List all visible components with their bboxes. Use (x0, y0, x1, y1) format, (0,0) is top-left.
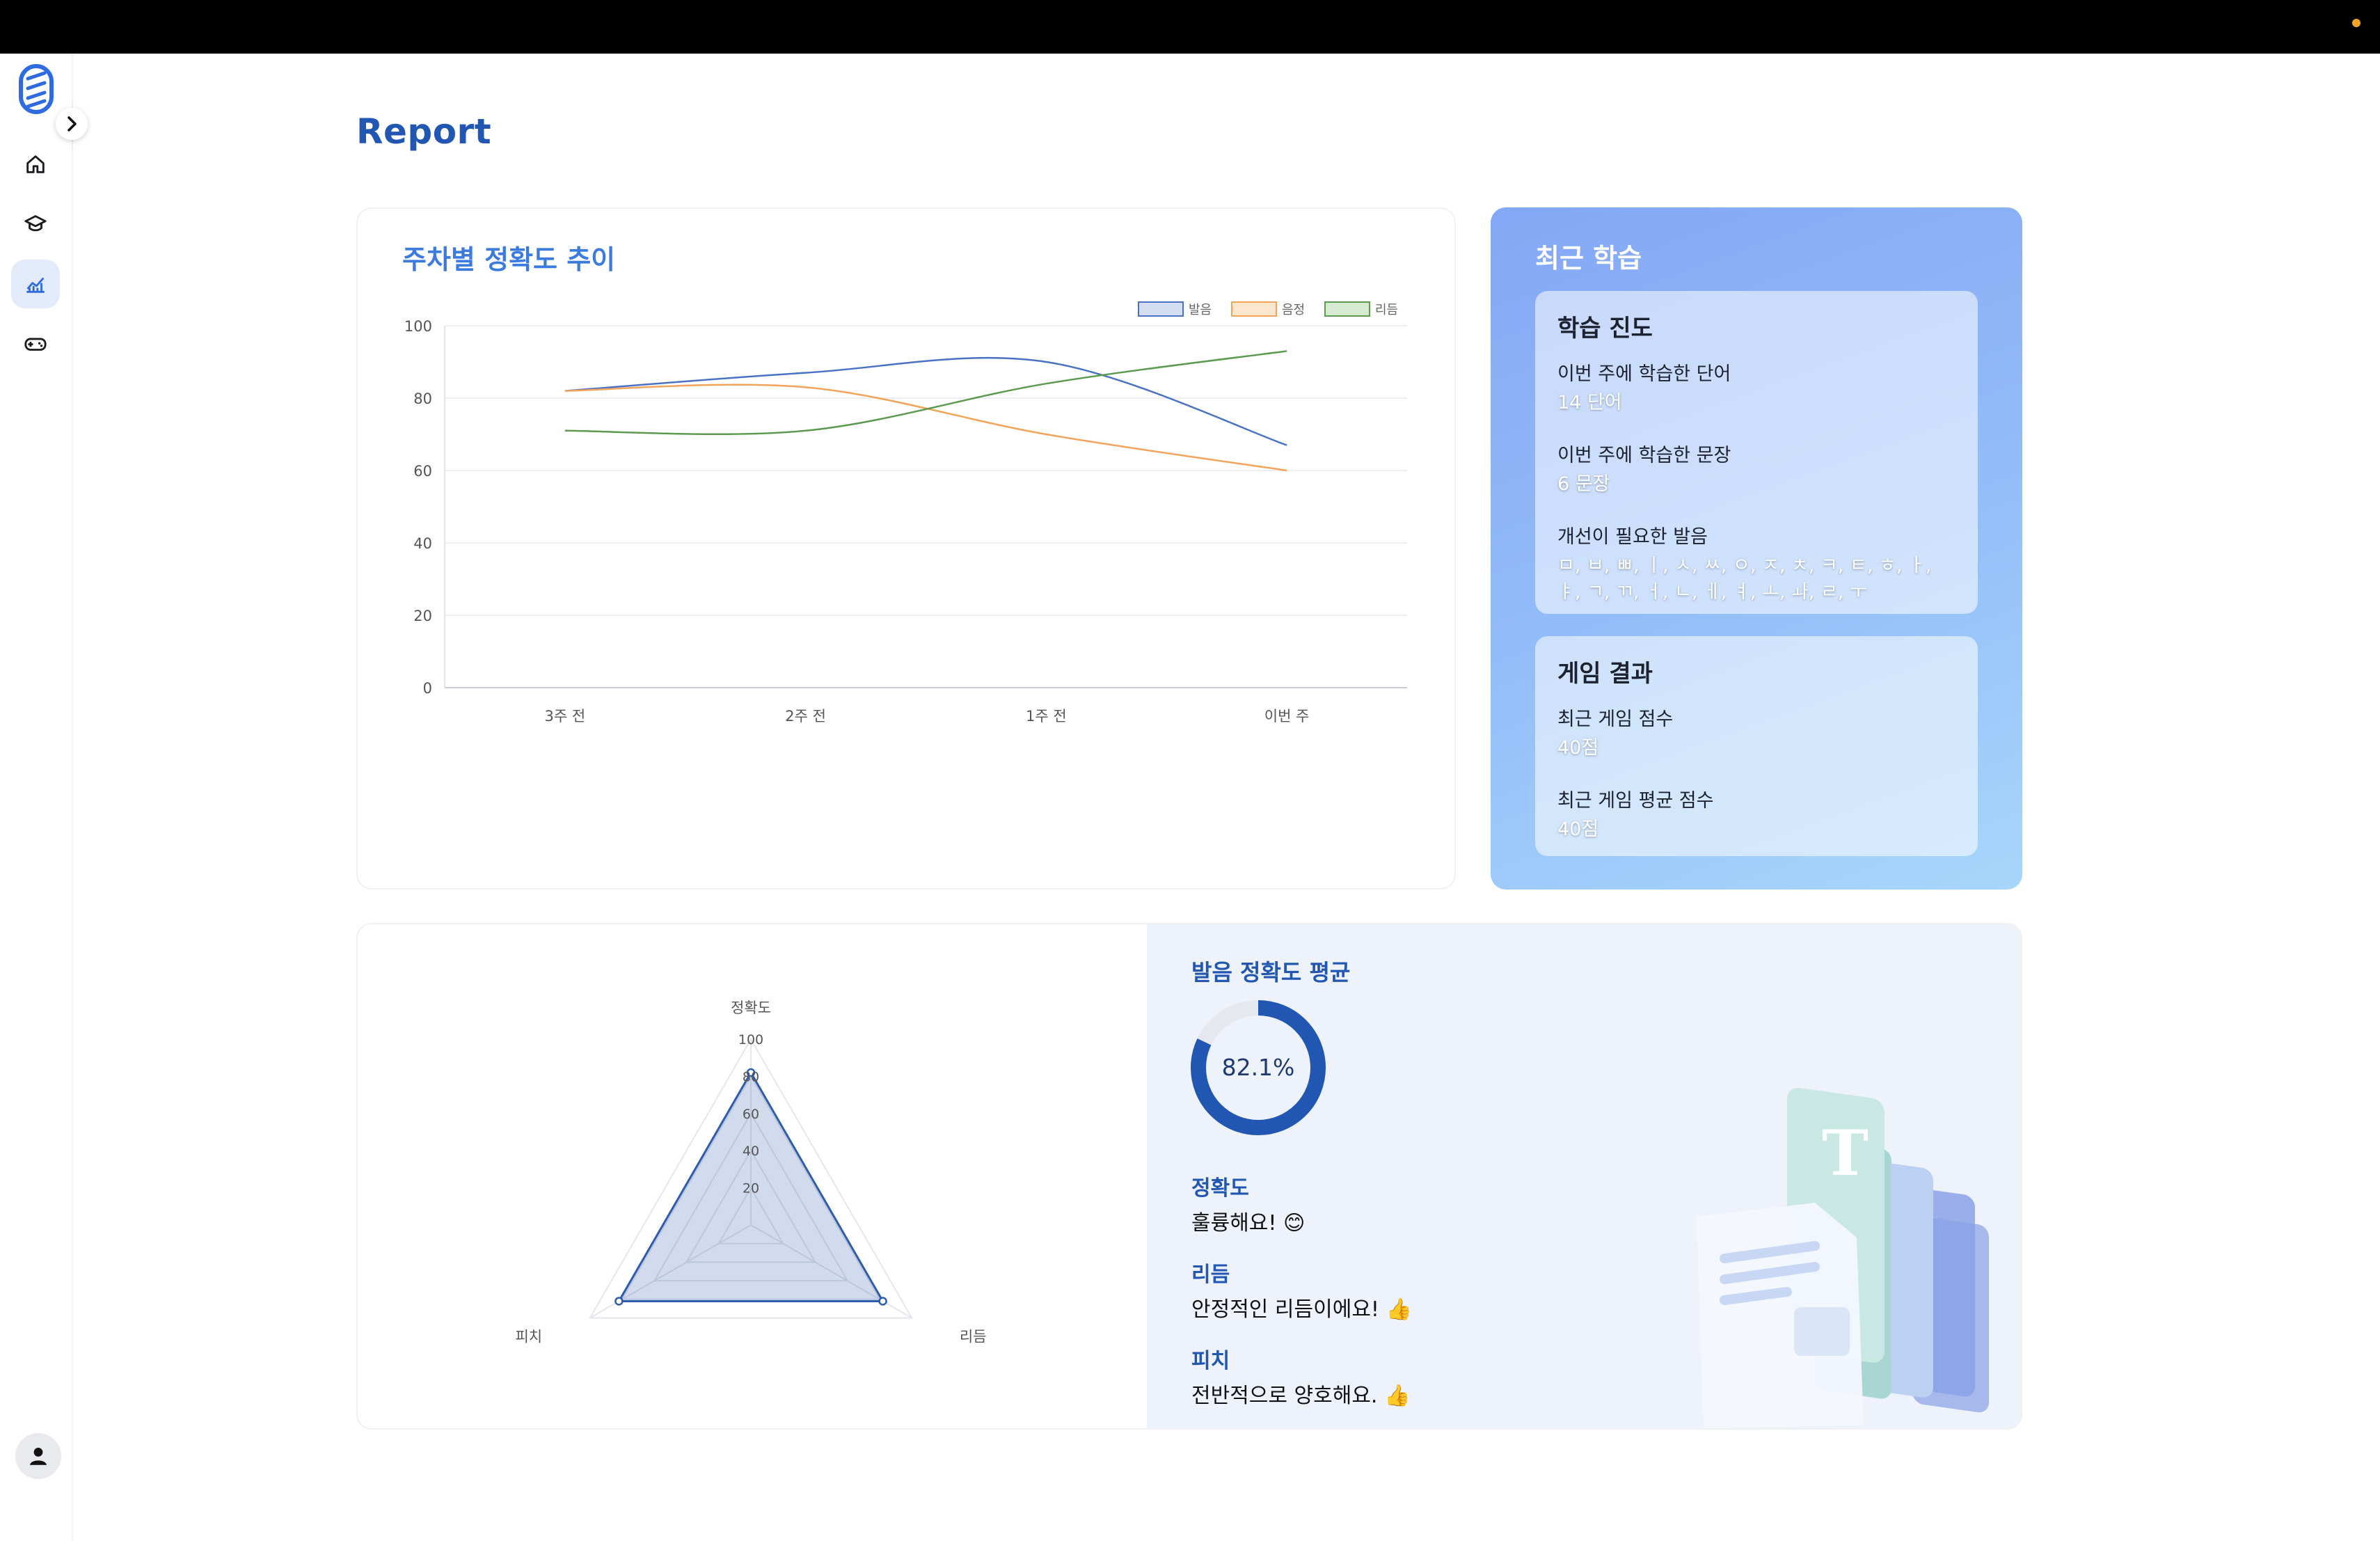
legend-label: 음정 (1282, 303, 1305, 317)
sidebar-item-home[interactable] (11, 140, 60, 189)
legend-label: 리듬 (1375, 303, 1398, 317)
improve-pronunciation-value: ㅁ, ㅂ, ㅃ, ㅣ, ㅅ, ㅆ, ㅇ, ㅈ, ㅊ, ㅋ, ㅌ, ㅎ, ㅏ, ㅑ… (1557, 555, 1932, 603)
legend-swatch (1324, 301, 1370, 317)
weekly-sentences-value: 6 문장 (1557, 473, 1610, 495)
radar-tick-label: 20 (743, 1181, 759, 1196)
feedback-pitch-key: 피치 (1191, 1349, 1230, 1373)
sidebar-item-report[interactable] (11, 260, 60, 308)
feedback-accuracy-text: 훌륭해요! 😊 (1191, 1211, 1306, 1235)
accuracy-average-title: 발음 정확도 평균 (1191, 959, 1351, 986)
radar-tick-label: 100 (738, 1032, 763, 1048)
feedback-item-pitch: 피치 전반적으로 양호해요. 👍 (1191, 1343, 1410, 1409)
y-tick-label: 100 (404, 318, 432, 335)
home-icon (26, 155, 45, 173)
app-logo-icon (18, 63, 54, 116)
learning-progress-panel: 학습 진도 이번 주에 학습한 단어 14 단어 이번 주에 학습한 문장 6 … (1535, 291, 1978, 614)
y-tick-label: 0 (423, 680, 432, 697)
radar-axis-label: 리듬 (960, 1329, 987, 1345)
pronunciation-radar-chart: 20 40 60 80 100 정확도리듬 피치 (515, 999, 987, 1345)
y-tick-label: 40 (413, 535, 432, 552)
accuracy-percent-text: 82.1% (1222, 1054, 1295, 1081)
recent-game-score-label: 최근 게임 점수 (1557, 709, 1674, 730)
recent-game-score-value: 40점 (1557, 737, 1599, 759)
x-tick-label: 2주 전 (785, 708, 826, 725)
radar-axis-label: 정확도 (731, 999, 771, 1016)
accuracy-donut-chart: 82.1% (1191, 1000, 1326, 1135)
series-line-리듬 (564, 350, 1287, 436)
weekly-accuracy-card: 주차별 정확도 추이 0 20 40 60 80 100 3주 전 2주 전 1주 전 이번 주리… (356, 207, 1456, 890)
average-game-score-value: 40점 (1557, 819, 1599, 840)
radar-tick-label: 60 (743, 1107, 759, 1122)
chart-icon (26, 277, 45, 293)
legend-label: 발음 (1189, 303, 1212, 317)
feedback-rhythm-key: 리듬 (1191, 1263, 1230, 1287)
recent-learning-title: 최근 학습 (1535, 243, 1642, 274)
chevron-right-icon (68, 116, 77, 132)
weekly-words-value: 14 단어 (1557, 392, 1622, 413)
game-results-heading: 게임 결과 (1557, 660, 1653, 688)
feedback-item-accuracy: 정확도 훌륭해요! 😊 (1191, 1171, 1305, 1236)
x-tick-label: 이번 주 (1264, 708, 1310, 725)
recent-learning-card: 최근 학습 학습 진도 이번 주에 학습한 단어 14 단어 이번 주에 학습한… (1491, 207, 2022, 890)
weekly-words-label: 이번 주에 학습한 단어 (1557, 363, 1731, 385)
y-tick-label: 80 (413, 390, 432, 407)
legend-swatch (1138, 301, 1184, 317)
accuracy-average-panel: 발음 정확도 평균 82.1% 정확도 훌륭해요! 😊 리듬 안정적인 리듬이에… (1147, 924, 2021, 1428)
window-top-bar (0, 0, 2380, 54)
radar-point (614, 1297, 624, 1306)
sidebar-item-game[interactable] (11, 319, 60, 368)
feedback-accuracy-key: 정확도 (1191, 1176, 1249, 1201)
status-dot (2352, 19, 2361, 27)
series-line-발음 (564, 356, 1287, 446)
improve-pronunciation-label: 개선이 필요한 발음 (1557, 526, 1708, 548)
feedback-rhythm-text: 안정적인 리듬이에요! 👍 (1191, 1297, 1412, 1322)
x-tick-label: 1주 전 (1026, 708, 1067, 725)
radar-point (878, 1297, 887, 1306)
legend-swatch (1231, 301, 1277, 317)
feedback-item-rhythm: 리듬 안정적인 리듬이에요! 👍 (1191, 1257, 1412, 1322)
page-title: Report (356, 111, 492, 152)
y-tick-label: 20 (413, 608, 432, 624)
sidebar (0, 54, 88, 1541)
weekly-sentences-label: 이번 주에 학습한 문장 (1557, 445, 1731, 466)
graduation-cap-icon (24, 215, 47, 232)
pronunciation-analysis-card: 20 40 60 80 100 정확도 리듬 피치 발음 정확도 평균 82.1% 정확도 훌… (356, 923, 2022, 1430)
text-t-icon: T (1822, 1116, 1869, 1190)
user-avatar[interactable] (15, 1433, 61, 1479)
game-results-panel: 게임 결과 최근 게임 점수 40점 최근 게임 평균 점수 40점 (1535, 636, 1978, 856)
average-game-score-label: 최근 게임 평균 점수 (1557, 790, 1714, 812)
radar-axis-label: 피치 (515, 1329, 542, 1345)
weekly-accuracy-line-chart: 0 20 40 60 80 100 3주 전 2주 전 1주 전 이번 주 리듬 음정 발음 (404, 301, 1407, 725)
learning-progress-heading: 학습 진도 (1557, 315, 1653, 342)
feedback-pitch-text: 전반적으로 양호해요. 👍 (1191, 1384, 1411, 1408)
gamepad-icon (24, 338, 47, 351)
x-tick-label: 3주 전 (545, 708, 586, 725)
expand-sidebar-button[interactable] (56, 108, 88, 140)
sidebar-item-learn[interactable] (11, 200, 60, 248)
y-tick-label: 60 (413, 463, 432, 480)
radar-tick-label: 40 (743, 1144, 759, 1159)
radar-tick-label: 80 (743, 1069, 759, 1084)
user-icon (29, 1447, 47, 1465)
documents-illustration: T (1697, 1087, 1989, 1428)
